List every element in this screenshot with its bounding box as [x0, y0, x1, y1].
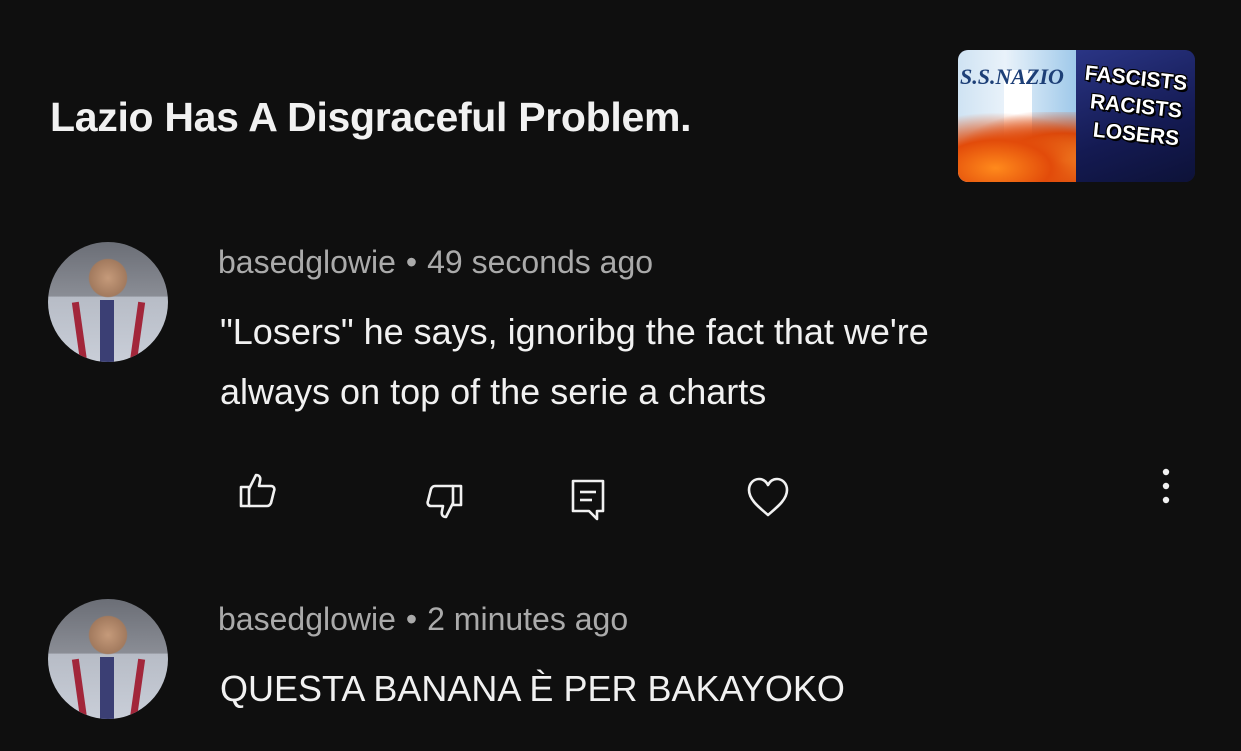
video-title[interactable]: Lazio Has A Disgraceful Problem.	[50, 94, 692, 141]
comment-author[interactable]: basedglowie	[218, 601, 396, 637]
reply-icon[interactable]	[570, 478, 606, 522]
comment-meta: basedglowie • 49 seconds ago	[218, 244, 653, 281]
comment-text-line: "Losers" he says, ignoribg the fact that…	[220, 311, 929, 352]
comment-text: QUESTA BANANA È PER BAKAYOKO	[220, 659, 1120, 719]
comment-time: 49 seconds ago	[427, 244, 654, 280]
like-icon[interactable]	[238, 470, 278, 510]
avatar[interactable]	[48, 599, 168, 719]
dislike-icon[interactable]	[424, 482, 464, 522]
heart-icon[interactable]	[746, 476, 790, 518]
video-thumbnail[interactable]: S.S.NAZIO FASCISTS RACISTS LOSERS	[958, 50, 1195, 182]
comment-meta: basedglowie • 2 minutes ago	[218, 601, 628, 638]
avatar[interactable]	[48, 242, 168, 362]
meta-separator: •	[405, 244, 418, 280]
comment-text-line: QUESTA BANANA È PER BAKAYOKO	[220, 668, 845, 709]
more-icon[interactable]	[1156, 466, 1176, 506]
crest-text: S.S.NAZIO	[960, 64, 1064, 89]
meta-separator: •	[405, 601, 418, 637]
comment-text-line: always on top of the serie a charts	[220, 371, 767, 412]
comment-time: 2 minutes ago	[427, 601, 629, 637]
comment-author[interactable]: basedglowie	[218, 244, 396, 280]
comment-text: "Losers" he says, ignoribg the fact that…	[220, 302, 1120, 422]
